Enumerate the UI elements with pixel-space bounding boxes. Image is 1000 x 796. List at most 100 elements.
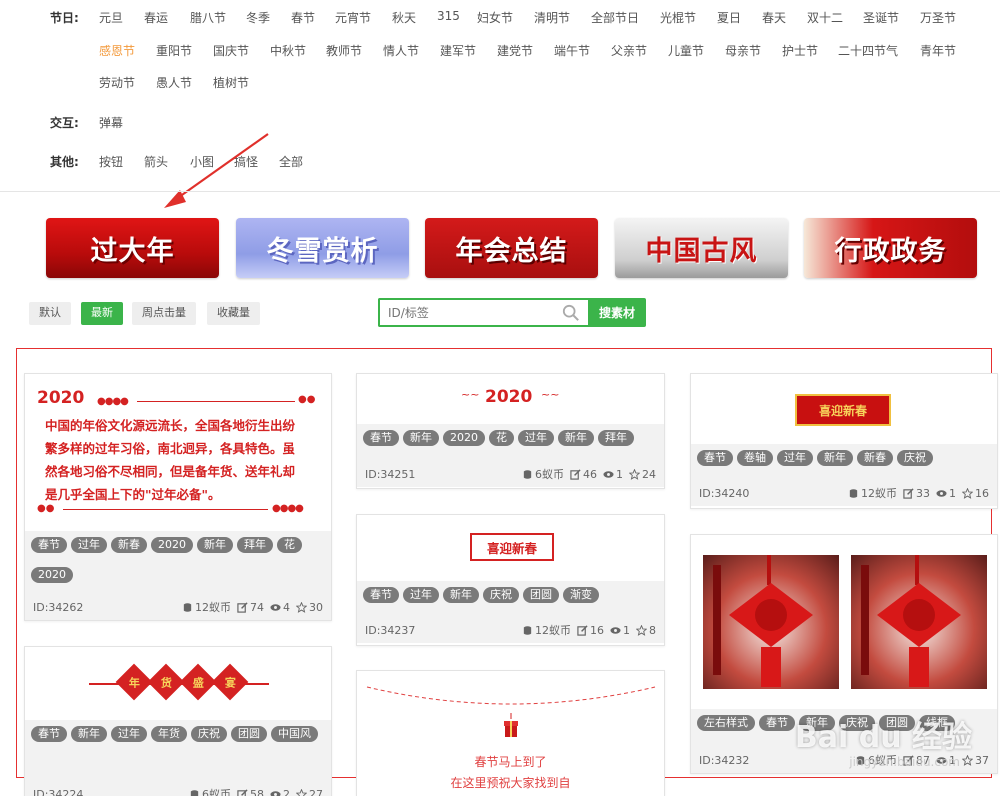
card-meta: ID:34237 12蚁币 16 1 8 (357, 617, 664, 643)
tag[interactable]: 春节 (363, 587, 399, 603)
banner-guonian[interactable]: 过大年 (46, 218, 219, 278)
filter-tag[interactable]: 护士节 (782, 42, 818, 59)
template-card-34251[interactable]: ~~ 2020 ~~ 春节 新年 2020 花 过年 新年 拜年 ID:3425… (356, 373, 665, 489)
filter-tag[interactable]: 按钮 (99, 153, 123, 170)
filter-tag[interactable]: 教师节 (326, 42, 362, 59)
tag[interactable]: 拜年 (237, 537, 273, 553)
sort-newest-button[interactable]: 最新 (81, 302, 123, 325)
filter-tag[interactable]: 腊八节 (190, 9, 226, 26)
tag[interactable]: 过年 (403, 587, 439, 603)
tag[interactable]: 2020 (151, 537, 193, 553)
filter-tag[interactable]: 万圣节 (920, 9, 956, 26)
filter-tag[interactable]: 感恩节 (99, 42, 135, 59)
banner-xingzheng[interactable]: 行政政务 (804, 218, 977, 278)
tag[interactable]: 左右样式 (697, 715, 755, 731)
preview-dots: ●●●● (97, 396, 129, 407)
tag[interactable]: 庆祝 (897, 450, 933, 466)
filter-tag[interactable]: 全部节日 (591, 9, 639, 26)
filter-tag[interactable]: 青年节 (920, 42, 956, 59)
filter-tag[interactable]: 光棍节 (660, 9, 696, 26)
filter-tag[interactable]: 重阳节 (156, 42, 192, 59)
template-card-34237[interactable]: 喜迎新春 春节 过年 新年 庆祝 团圆 渐变 ID:34237 12蚁币 16 … (356, 514, 665, 646)
tag[interactable]: 春节 (759, 715, 795, 731)
sort-default-button[interactable]: 默认 (29, 302, 71, 325)
view-value: 2 (283, 787, 290, 796)
tag[interactable]: 新年 (817, 450, 853, 466)
filter-tag[interactable]: 春运 (144, 9, 168, 26)
template-card-34224[interactable]: 年 货 盛 宴 春节 新年 过年 年货 庆祝 团圆 中国风 ID:34224 6… (24, 646, 332, 796)
filter-tag[interactable]: 儿童节 (668, 42, 704, 59)
tag[interactable]: 新年 (197, 537, 233, 553)
coin-stack-icon (190, 789, 199, 796)
filter-tag[interactable]: 元宵节 (335, 9, 371, 26)
tag[interactable]: 2020 (31, 566, 73, 583)
section-divider (0, 191, 1000, 192)
tag[interactable]: 新春 (857, 450, 893, 466)
tag[interactable]: 庆祝 (483, 587, 519, 603)
filter-tag[interactable]: 弹幕 (99, 114, 123, 131)
filter-tag[interactable]: 植树节 (213, 74, 249, 91)
tag[interactable]: 花 (277, 537, 302, 553)
filter-tag[interactable]: 元旦 (99, 9, 123, 26)
tag[interactable]: 年货 (151, 726, 187, 742)
tag[interactable]: 春节 (697, 450, 733, 466)
filter-tag[interactable]: 建党节 (497, 42, 533, 59)
tag[interactable]: 中国风 (271, 726, 318, 742)
filter-tag[interactable]: 二十四节气 (838, 42, 898, 59)
tag[interactable]: 庆祝 (191, 726, 227, 742)
tag[interactable]: 渐变 (563, 587, 599, 603)
filter-tag[interactable]: 夏日 (717, 9, 741, 26)
template-card-chunjie[interactable]: 春节马上到了 在这里预祝大家找到自 (356, 670, 665, 796)
filter-tag[interactable]: 全部 (279, 153, 303, 170)
filter-tag[interactable]: 情人节 (383, 42, 419, 59)
sort-weekly-clicks-button[interactable]: 周点击量 (132, 302, 196, 325)
filter-tag[interactable]: 双十二 (807, 9, 843, 26)
filter-tag[interactable]: 中秋节 (270, 42, 306, 59)
coin-value: 12蚁币 (861, 487, 897, 500)
tag[interactable]: 新春 (111, 537, 147, 553)
search-button[interactable]: 搜素材 (588, 298, 646, 327)
tag[interactable]: 花 (489, 430, 514, 446)
template-card-34240[interactable]: 喜迎新春 春节 卷轴 过年 新年 新春 庆祝 ID:34240 12蚁币 33 … (690, 373, 998, 509)
tag[interactable]: 团圆 (523, 587, 559, 603)
banner-nianhui[interactable]: 年会总结 (425, 218, 598, 278)
filter-tag[interactable]: 劳动节 (99, 74, 135, 91)
tag[interactable]: 过年 (71, 537, 107, 553)
banner-dongxue[interactable]: 冬雪赏析 (236, 218, 409, 278)
tag[interactable]: 春节 (31, 726, 67, 742)
tag[interactable]: 新年 (443, 587, 479, 603)
card-id: ID:34262 (33, 600, 84, 614)
filter-tag[interactable]: 妇女节 (477, 9, 513, 26)
filter-tag[interactable]: 父亲节 (611, 42, 647, 59)
tag[interactable]: 过年 (111, 726, 147, 742)
filter-tag[interactable]: 建军节 (440, 42, 476, 59)
search-input[interactable] (378, 298, 590, 327)
tag[interactable]: 卷轴 (737, 450, 773, 466)
tag[interactable]: 新年 (403, 430, 439, 446)
tag[interactable]: 拜年 (598, 430, 634, 446)
filter-tag[interactable]: 春节 (291, 9, 315, 26)
tag[interactable]: 新年 (558, 430, 594, 446)
tag[interactable]: 春节 (363, 430, 399, 446)
filter-tag[interactable]: 国庆节 (213, 42, 249, 59)
banner-label: 年会总结 (455, 235, 568, 267)
tag[interactable]: 2020 (443, 430, 485, 446)
template-card-34262[interactable]: 2020 ●●●● ●● 中国的年俗文化源远流长，全国各地衍生出纷 繁多样的过年… (24, 373, 332, 621)
filter-tag[interactable]: 冬季 (246, 9, 270, 26)
search-icon[interactable] (562, 304, 580, 322)
filter-tag[interactable]: 清明节 (534, 9, 570, 26)
filter-tag[interactable]: 母亲节 (725, 42, 761, 59)
banner-gufeng[interactable]: 中国古风 (615, 218, 788, 278)
filter-tag[interactable]: 春天 (762, 9, 786, 26)
tag[interactable]: 新年 (71, 726, 107, 742)
filter-tag[interactable]: 圣诞节 (863, 9, 899, 26)
filter-tag[interactable]: 端午节 (554, 42, 590, 59)
filter-tag[interactable]: 愚人节 (156, 74, 192, 91)
filter-tag[interactable]: 秋天 (392, 9, 416, 26)
filter-tag[interactable]: 315 (437, 9, 460, 23)
tag[interactable]: 春节 (31, 537, 67, 553)
sort-favorites-button[interactable]: 收藏量 (207, 302, 260, 325)
tag[interactable]: 过年 (777, 450, 813, 466)
tag[interactable]: 团圆 (231, 726, 267, 742)
tag[interactable]: 过年 (518, 430, 554, 446)
